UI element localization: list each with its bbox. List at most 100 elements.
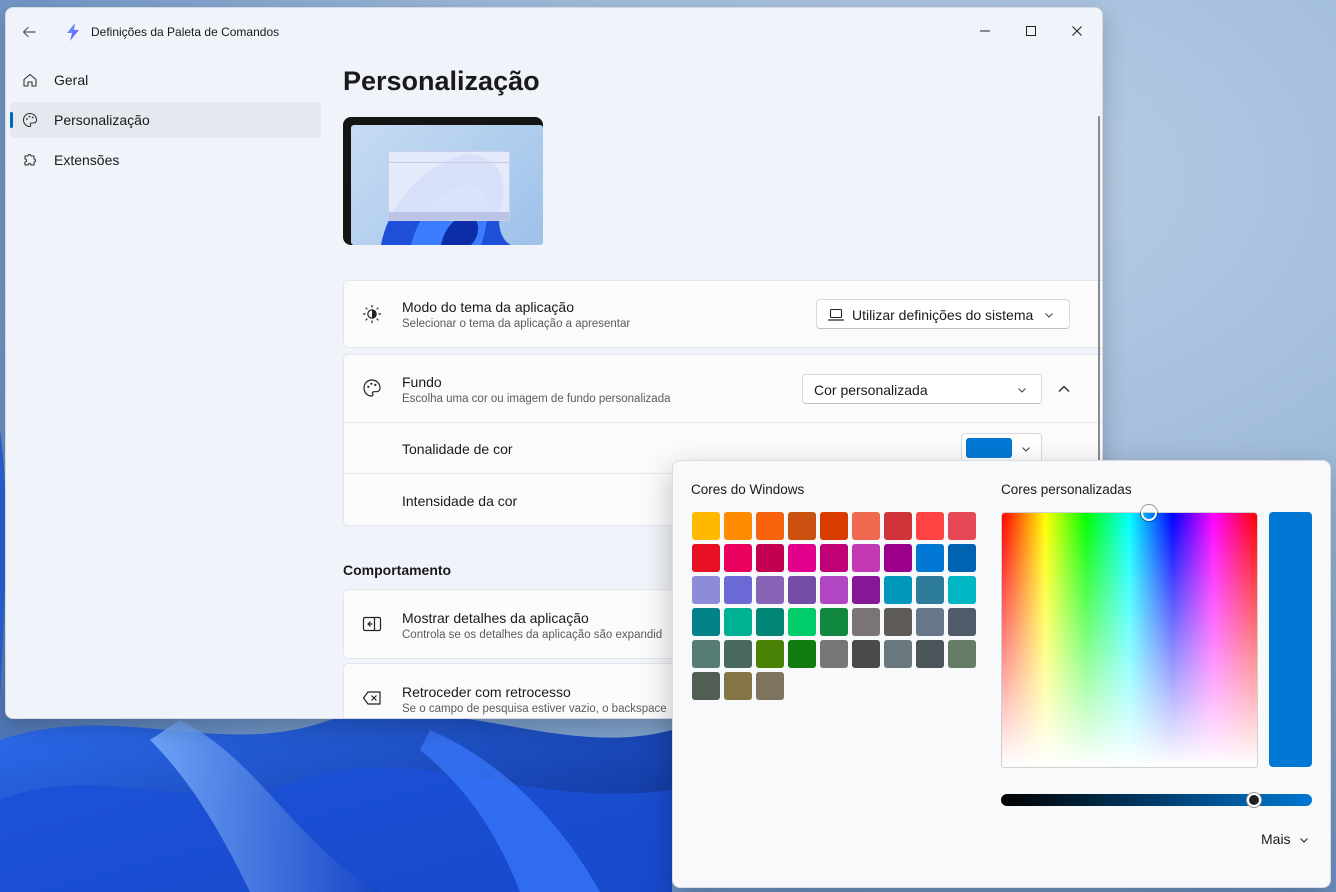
spectrum-selection-handle[interactable] [1141, 505, 1157, 521]
color-swatch[interactable] [884, 576, 912, 604]
color-swatch[interactable] [884, 608, 912, 636]
color-spectrum[interactable] [1001, 512, 1258, 768]
color-swatch[interactable] [724, 576, 752, 604]
color-swatch[interactable] [692, 576, 720, 604]
color-swatch[interactable] [788, 640, 816, 668]
backspace-icon [362, 691, 381, 705]
color-swatch[interactable] [788, 544, 816, 572]
color-swatch[interactable] [948, 512, 976, 540]
window-title: Definições da Paleta de Comandos [91, 25, 280, 39]
color-swatch[interactable] [884, 640, 912, 668]
color-swatch[interactable] [916, 544, 944, 572]
theme-mode-card: Modo do tema da aplicação Selecionar o t… [343, 280, 1102, 348]
color-swatch[interactable] [852, 608, 880, 636]
color-swatch[interactable] [948, 640, 976, 668]
intensity-label: Intensidade da cor [402, 493, 518, 509]
sidebar-item-extensoes[interactable]: Extensões [10, 142, 321, 178]
color-swatch[interactable] [948, 576, 976, 604]
color-swatch[interactable] [916, 512, 944, 540]
color-swatch[interactable] [852, 544, 880, 572]
color-swatch[interactable] [724, 672, 752, 700]
color-swatch[interactable] [916, 576, 944, 604]
color-swatch[interactable] [724, 608, 752, 636]
title-bar: Definições da Paleta de Comandos [6, 8, 1102, 54]
color-swatch[interactable] [852, 576, 880, 604]
panel-left-icon [362, 616, 382, 632]
color-swatch[interactable] [948, 544, 976, 572]
back-button[interactable] [14, 18, 44, 46]
command-palette-logo-icon [67, 23, 79, 41]
color-value-slider[interactable] [1001, 794, 1312, 806]
color-swatch[interactable] [820, 640, 848, 668]
custom-colors-heading: Cores personalizadas [1001, 482, 1132, 497]
color-swatch[interactable] [820, 608, 848, 636]
color-swatch[interactable] [756, 672, 784, 700]
background-subtitle: Escolha uma cor ou imagem de fundo perso… [402, 393, 671, 405]
windows-colors-heading: Cores do Windows [691, 482, 805, 497]
page-title: Personalização [343, 66, 540, 96]
palette-icon [22, 112, 38, 128]
color-swatch[interactable] [788, 512, 816, 540]
puzzle-icon [24, 153, 37, 166]
color-swatch[interactable] [820, 576, 848, 604]
background-value: Cor personalizada [814, 382, 928, 398]
collapse-button[interactable] [1050, 375, 1078, 403]
card-divider [344, 422, 1102, 423]
sidebar-item-personalizacao[interactable]: Personalização [10, 102, 321, 138]
color-swatch[interactable] [820, 512, 848, 540]
color-swatch[interactable] [724, 640, 752, 668]
theme-mode-subtitle: Selecionar o tema da aplicação a apresen… [402, 318, 631, 330]
preview-window [388, 151, 510, 221]
chevron-down-icon [1045, 313, 1053, 318]
sidebar-item-label: Personalização [54, 112, 150, 128]
tint-color-picker-button[interactable] [961, 433, 1042, 463]
minimize-button[interactable] [962, 8, 1008, 54]
color-swatch[interactable] [820, 544, 848, 572]
color-swatch[interactable] [756, 608, 784, 636]
color-swatch[interactable] [724, 512, 752, 540]
color-swatch[interactable] [756, 544, 784, 572]
color-swatch[interactable] [788, 608, 816, 636]
backspace-title: Retroceder com retrocesso [402, 684, 571, 700]
color-swatch[interactable] [724, 544, 752, 572]
close-button[interactable] [1054, 8, 1100, 54]
preview-window-footer [389, 212, 509, 220]
color-swatch[interactable] [916, 608, 944, 636]
sidebar-item-geral[interactable]: Geral [10, 62, 321, 98]
tint-label: Tonalidade de cor [402, 441, 513, 457]
chevron-down-icon [1018, 388, 1026, 393]
color-swatch[interactable] [692, 512, 720, 540]
color-swatch[interactable] [756, 512, 784, 540]
color-swatch[interactable] [852, 640, 880, 668]
arrow-left-icon [22, 26, 36, 38]
preview-window-divider [389, 162, 509, 163]
slider-thumb[interactable] [1247, 793, 1261, 807]
color-picker-flyout: Cores do Windows Cores personalizadas Ma… [672, 460, 1331, 888]
more-button[interactable]: Mais [1251, 828, 1321, 850]
minimize-icon [980, 30, 990, 32]
color-swatch[interactable] [916, 640, 944, 668]
color-swatch[interactable] [884, 544, 912, 572]
color-swatch[interactable] [756, 640, 784, 668]
theme-mode-value: Utilizar definições do sistema [852, 307, 1034, 323]
content-scrollbar[interactable] [1098, 116, 1100, 516]
laptop-icon [828, 308, 844, 321]
color-swatch[interactable] [948, 608, 976, 636]
selected-color-preview [1269, 512, 1312, 767]
theme-preview [343, 117, 543, 245]
maximize-button[interactable] [1008, 8, 1054, 54]
color-swatch[interactable] [692, 608, 720, 636]
theme-mode-dropdown[interactable]: Utilizar definições do sistema [816, 299, 1070, 329]
selection-indicator [10, 112, 13, 128]
color-swatch[interactable] [692, 640, 720, 668]
sidebar-item-label: Extensões [54, 152, 120, 168]
color-swatch[interactable] [852, 512, 880, 540]
close-icon [1072, 26, 1082, 36]
background-dropdown[interactable]: Cor personalizada [802, 374, 1042, 404]
color-swatch[interactable] [884, 512, 912, 540]
show-details-subtitle: Controla se os detalhes da aplicação são… [402, 629, 663, 641]
color-swatch[interactable] [756, 576, 784, 604]
color-swatch[interactable] [692, 544, 720, 572]
color-swatch[interactable] [788, 576, 816, 604]
color-swatch[interactable] [692, 672, 720, 700]
